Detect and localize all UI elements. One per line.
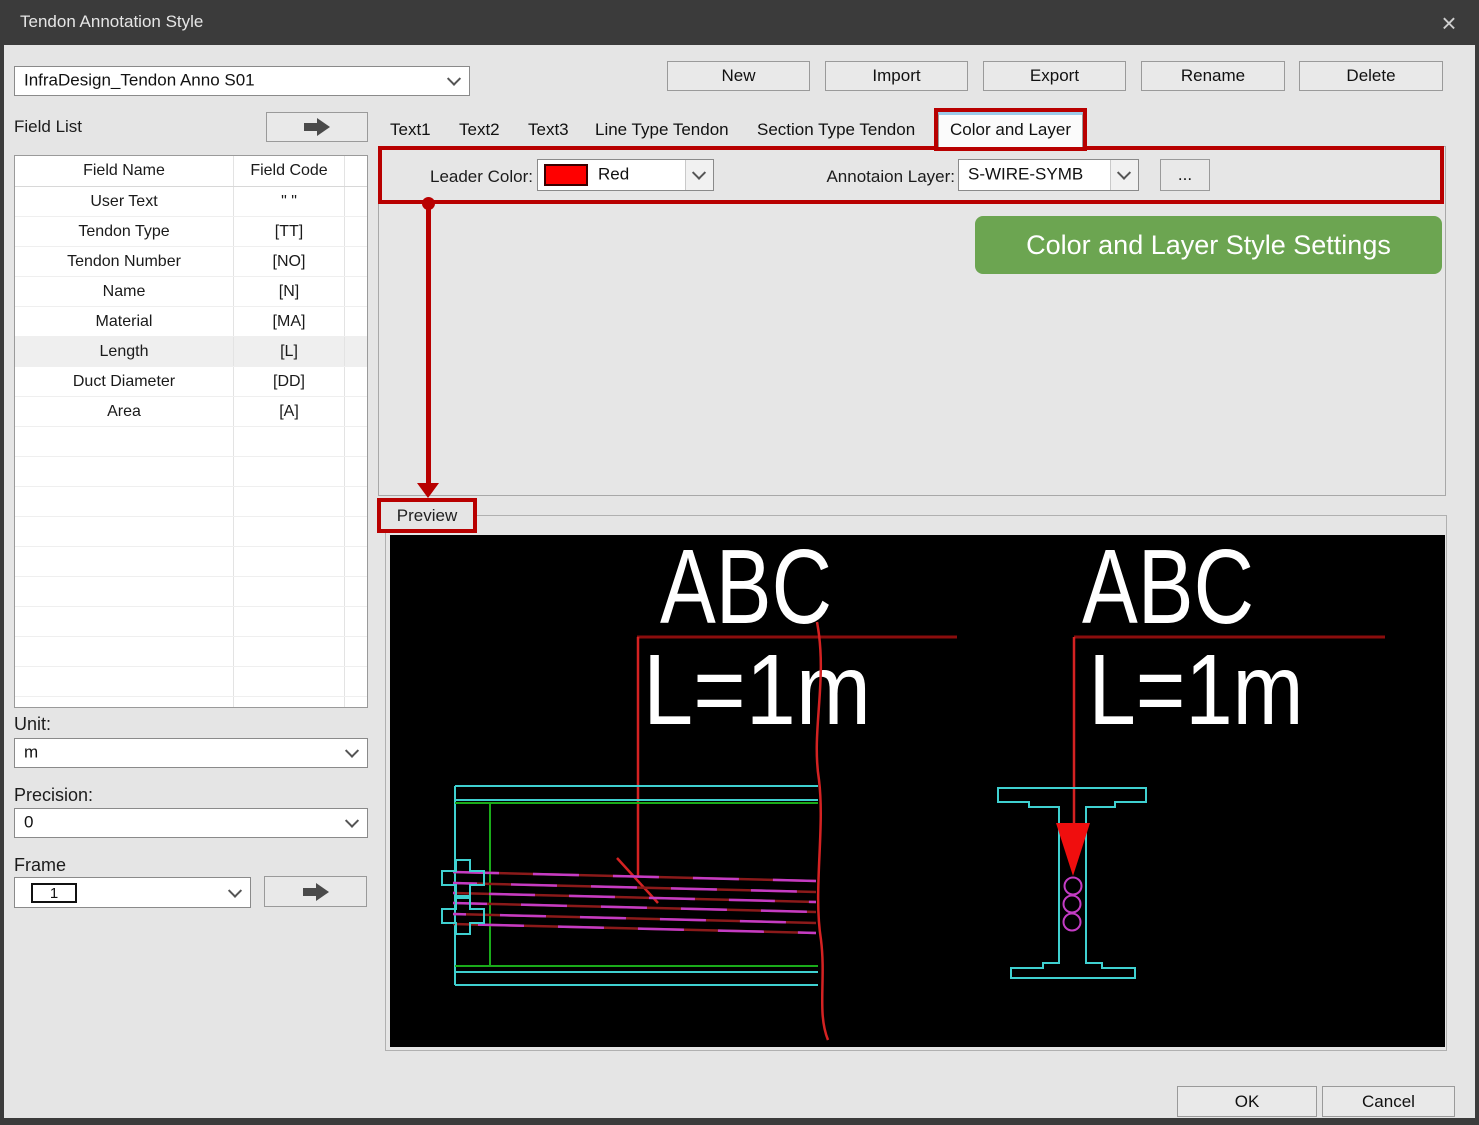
guide-arrow-dot: [422, 197, 435, 210]
line-view-length-text: L=1m: [643, 634, 871, 746]
tendon-strands: [452, 870, 817, 935]
annotation-layer-label: Annotaion Layer:: [826, 167, 955, 186]
red-color-swatch: [544, 164, 588, 186]
table-row-empty: [15, 517, 367, 547]
apply-frame-button[interactable]: [264, 876, 367, 907]
section-view-length-text: L=1m: [1089, 634, 1304, 746]
delete-button-label: Delete: [1346, 66, 1396, 85]
guide-arrow-line: [426, 204, 431, 483]
arrow-right-icon: [302, 882, 329, 901]
cancel-button[interactable]: Cancel: [1322, 1086, 1455, 1117]
table-row-empty: [15, 487, 367, 517]
table-row-empty: [15, 577, 367, 607]
unit-label: Unit:: [14, 714, 52, 734]
precision-label: Precision:: [14, 785, 94, 805]
preview-drawing: ABC L=1m ABC L=1m: [441, 528, 1385, 1041]
table-row-selected[interactable]: Length [L]: [15, 337, 367, 367]
chevron-down-icon: [344, 813, 360, 828]
new-button-label: New: [721, 66, 756, 85]
annotation-layer-combobox[interactable]: S-WIRE-SYMB: [958, 159, 1139, 191]
leader-color-label: Leader Color:: [429, 167, 533, 186]
table-row-empty: [15, 427, 367, 457]
rename-button[interactable]: Rename: [1141, 61, 1285, 91]
col-field-code: Field Code: [233, 156, 344, 186]
table-row[interactable]: Duct Diameter [DD]: [15, 367, 367, 397]
callout-color-layer-settings: Color and Layer Style Settings: [975, 216, 1442, 274]
chevron-down-icon: [344, 743, 360, 758]
chevron-down-icon: [446, 71, 462, 86]
line-view-title-text: ABC: [660, 535, 832, 646]
precision-combobox[interactable]: 0: [14, 808, 368, 838]
table-row[interactable]: Tendon Number [NO]: [15, 247, 367, 277]
frame-label: Frame: [14, 855, 67, 875]
tab-text2[interactable]: Text2: [459, 113, 500, 146]
style-name-value: InfraDesign_Tendon Anno S01: [24, 70, 255, 90]
table-row[interactable]: Name [N]: [15, 277, 367, 307]
style-name-combobox[interactable]: InfraDesign_Tendon Anno S01: [14, 66, 470, 96]
import-button[interactable]: Import: [825, 61, 968, 91]
tab-text1[interactable]: Text1: [390, 113, 431, 146]
ok-button[interactable]: OK: [1177, 1086, 1317, 1117]
leader-arrowhead: [1056, 823, 1090, 876]
section-view-drawing: ABC L=1m: [997, 528, 1385, 979]
delete-button[interactable]: Delete: [1299, 61, 1443, 91]
table-row-empty: [15, 457, 367, 487]
tab-section-type-tendon[interactable]: Section Type Tendon: [757, 113, 915, 146]
chevron-down-icon: [1116, 165, 1132, 180]
chevron-down-icon: [227, 883, 243, 898]
add-field-button[interactable]: [266, 112, 368, 142]
frame-combobox[interactable]: 1: [14, 877, 251, 908]
frame-style-icon: 1: [31, 883, 77, 903]
browse-layer-button[interactable]: ...: [1160, 159, 1210, 191]
table-row-empty: [15, 547, 367, 577]
table-row-empty: [15, 697, 367, 707]
leader-color-value: Red: [598, 164, 630, 184]
table-row[interactable]: User Text " ": [15, 187, 367, 217]
unit-value: m: [24, 742, 39, 762]
table-row[interactable]: Material [MA]: [15, 307, 367, 337]
table-row-empty: [15, 607, 367, 637]
import-button-label: Import: [872, 66, 921, 85]
ok-button-label: OK: [1234, 1091, 1260, 1111]
preview-canvas: ABC L=1m ABC L=1m: [390, 528, 1445, 1047]
cancel-button-label: Cancel: [1362, 1091, 1415, 1111]
tendon-annotation-style-dialog: Tendon Annotation Style × InfraDesign_Te…: [0, 0, 1479, 1125]
dialog-title: Tendon Annotation Style: [20, 12, 204, 31]
combo-dropdown-zone[interactable]: [1110, 160, 1138, 190]
title-bar: Tendon Annotation Style ×: [0, 0, 1479, 45]
i-beam-section-outline: [997, 787, 1147, 979]
table-row-empty: [15, 667, 367, 697]
leader-color-combobox[interactable]: Red: [537, 159, 714, 191]
precision-value: 0: [24, 812, 34, 832]
tab-text3[interactable]: Text3: [528, 113, 569, 146]
guide-arrow-head-icon: [417, 483, 439, 498]
table-row[interactable]: Tendon Type [TT]: [15, 217, 367, 247]
annotation-layer-value: S-WIRE-SYMB: [968, 164, 1084, 184]
export-button-label: Export: [1029, 66, 1080, 85]
table-row[interactable]: Area [A]: [15, 397, 367, 427]
preview-label: Preview: [377, 498, 477, 533]
tendon-ducts: [1062, 876, 1083, 932]
callout-text: Color and Layer Style Settings: [1026, 229, 1391, 260]
col-field-name: Field Name: [83, 162, 165, 179]
arrow-right-icon: [304, 118, 330, 136]
field-list-label: Field List: [14, 117, 83, 136]
tab-line-type-tendon[interactable]: Line Type Tendon: [595, 113, 729, 146]
new-button[interactable]: New: [667, 61, 810, 91]
ellipsis-icon: ...: [1177, 165, 1193, 184]
tab-color-and-layer[interactable]: Color and Layer: [934, 108, 1087, 151]
chevron-down-icon: [691, 165, 707, 180]
export-button[interactable]: Export: [983, 61, 1126, 91]
field-list-table[interactable]: Field Name Field Code User Text " " Tendo…: [14, 155, 368, 708]
close-icon[interactable]: ×: [1433, 7, 1465, 39]
table-row-empty: [15, 637, 367, 667]
table-header: Field Name Field Code: [15, 156, 367, 187]
unit-combobox[interactable]: m: [14, 738, 368, 768]
combo-dropdown-zone[interactable]: [685, 160, 713, 190]
rename-button-label: Rename: [1180, 66, 1246, 85]
line-view-drawing: ABC L=1m: [441, 528, 957, 1041]
section-view-title-text: ABC: [1082, 535, 1254, 646]
